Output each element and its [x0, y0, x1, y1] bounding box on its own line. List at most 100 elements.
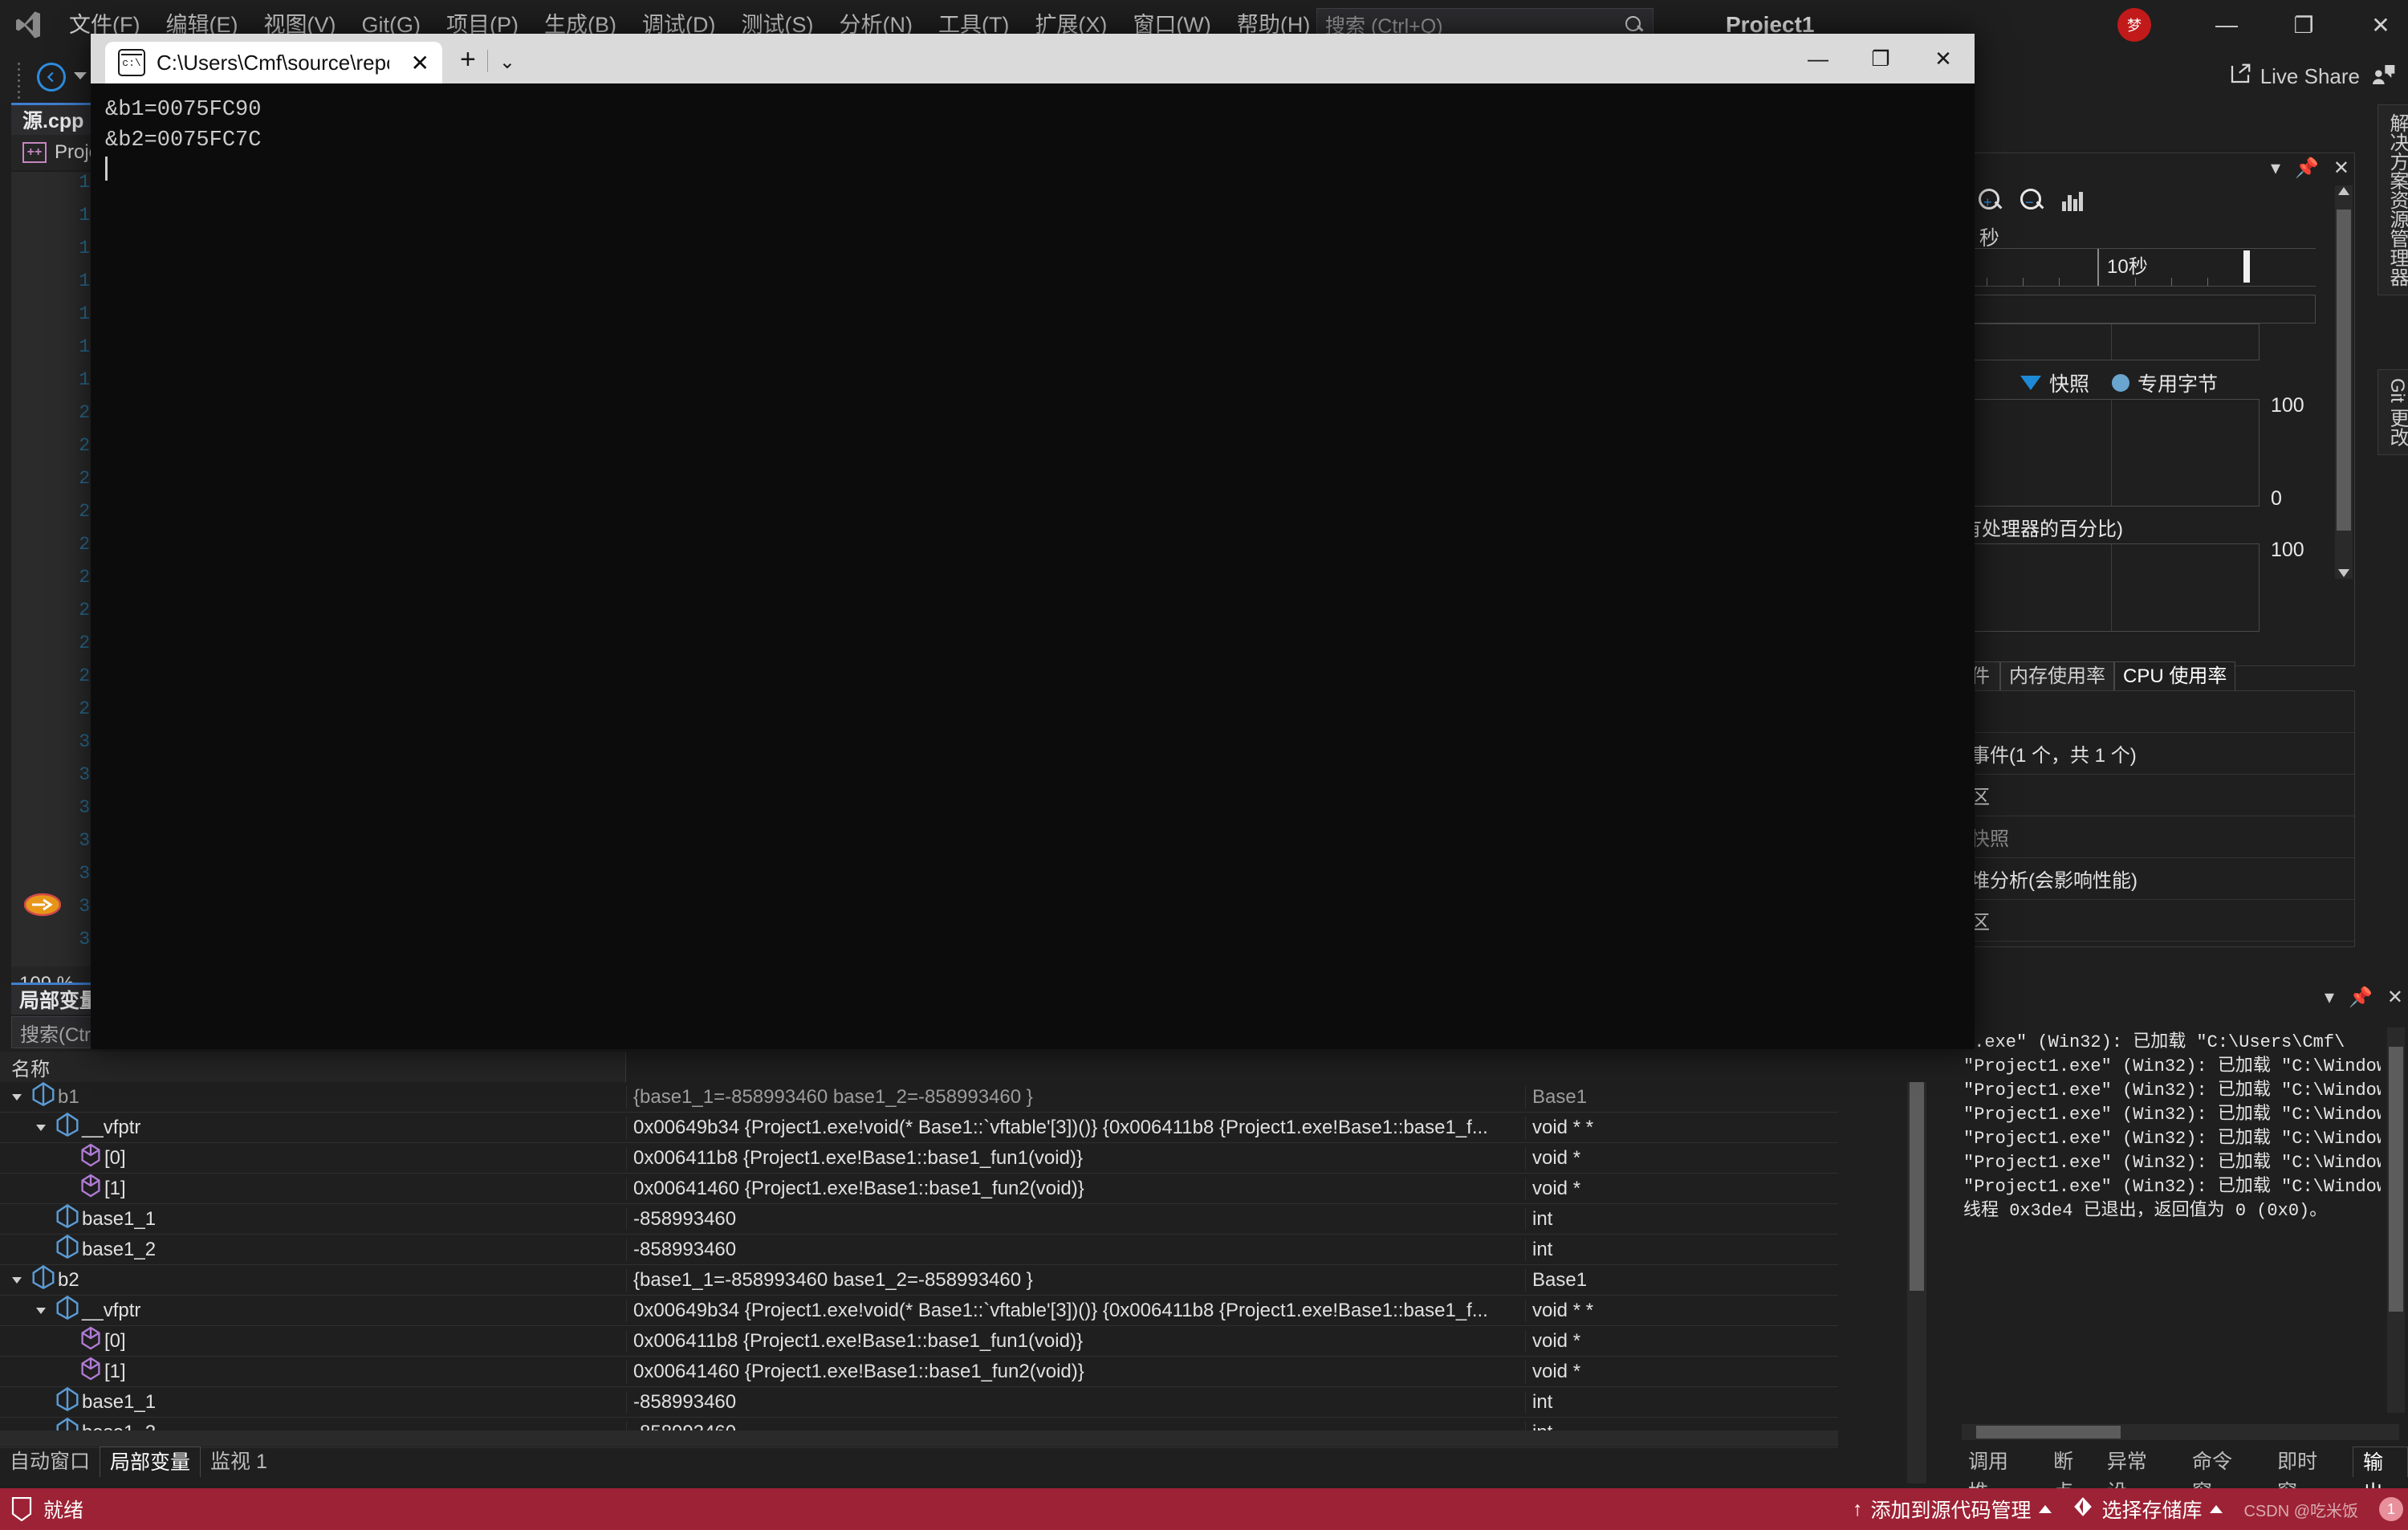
table-row[interactable]: [0] 0x006411b8 {Project1.exe!Base1::base1…	[0, 1143, 1838, 1174]
tab-immediate-window[interactable]: 即时窗...	[2268, 1447, 2353, 1504]
variable-name-cell[interactable]: [1]	[0, 1174, 626, 1203]
twisty-expanded-icon[interactable]	[35, 1305, 56, 1316]
table-row[interactable]: __vfptr 0x00649b34 {Project1.exe!void(* B…	[0, 1113, 1838, 1143]
chevron-down-icon[interactable]: ▾	[2271, 157, 2280, 180]
add-to-source-control-button[interactable]: ↑ 添加到源代码管理	[1853, 1495, 2052, 1524]
variable-value-cell[interactable]: -858993460	[626, 1390, 1525, 1414]
list-item[interactable]: 快照	[1963, 816, 2354, 858]
output-vertical-scrollbar[interactable]	[2387, 1027, 2405, 1413]
console-tab-close-icon[interactable]: ✕	[411, 50, 429, 76]
avatar[interactable]: 梦	[2117, 8, 2151, 42]
tab-autos[interactable]: 自动窗口	[0, 1447, 100, 1477]
variable-name-cell[interactable]: __vfptr	[0, 1113, 626, 1142]
list-item[interactable]: 区	[1963, 900, 2354, 942]
close-icon[interactable]: ✕	[2387, 986, 2403, 1009]
variable-value-cell[interactable]: -858993460	[626, 1207, 1525, 1231]
timeline-marker[interactable]	[2243, 250, 2250, 283]
column-header-name[interactable]: 名称	[0, 1052, 626, 1082]
table-row[interactable]: base1_1 -858993460 int	[0, 1387, 1838, 1418]
table-row[interactable]: b1 {base1_1=-858993460 base1_2=-858993460…	[0, 1082, 1838, 1113]
reset-view-icon[interactable]	[2062, 190, 2083, 211]
live-share-button[interactable]: Live Share	[2228, 62, 2360, 92]
feedback-person-icon[interactable]	[2371, 62, 2397, 92]
scroll-down-arrow-icon[interactable]	[2338, 569, 2349, 577]
tab-exception-settings[interactable]: 异常设...	[2097, 1447, 2182, 1504]
console-tab-dropdown-icon[interactable]: ⌄	[499, 51, 515, 74]
console-minimize-button[interactable]: —	[1787, 34, 1849, 83]
variable-name-cell[interactable]: base1_1	[0, 1204, 626, 1234]
twisty-expanded-icon[interactable]	[35, 1122, 56, 1133]
console-output-body[interactable]: &b1=0075FC90 &b2=0075FC7C	[91, 83, 1975, 1049]
minimize-button[interactable]: —	[2188, 0, 2265, 50]
scroll-up-arrow-icon[interactable]	[2338, 187, 2349, 195]
rail-solution-explorer[interactable]: 解决方案资源管理器	[2377, 104, 2408, 295]
close-icon[interactable]: ✕	[2333, 157, 2349, 180]
notification-badge[interactable]: 1	[2379, 1497, 2403, 1521]
editor-tab-source-cpp[interactable]: 源.cpp	[11, 103, 96, 135]
rail-git-changes[interactable]: Git 更改	[2377, 369, 2408, 456]
zoom-out-icon[interactable]: −	[2020, 189, 2044, 213]
pin-icon[interactable]: 📌	[2295, 157, 2319, 180]
table-row[interactable]: b2 {base1_1=-858993460 base1_2=-858993460…	[0, 1265, 1838, 1296]
tab-locals[interactable]: 局部变量	[100, 1447, 201, 1477]
variable-value-cell[interactable]: -858993460	[626, 1238, 1525, 1261]
variable-value-cell[interactable]: 0x00641460 {Project1.exe!Base1::base1_fu…	[626, 1177, 1525, 1200]
list-item[interactable]: 堆分析(会影响性能)	[1963, 858, 2354, 900]
table-row[interactable]: base1_2 -858993460int	[0, 1235, 1838, 1265]
back-arrow-icon[interactable]	[37, 63, 66, 92]
variable-name-cell[interactable]: [0]	[0, 1326, 626, 1356]
column-header-type[interactable]	[1525, 1052, 1838, 1082]
tab-cpu-usage[interactable]: CPU 使用率	[2114, 661, 2236, 690]
chevron-down-icon[interactable]: ▾	[2325, 986, 2334, 1009]
variable-name-cell[interactable]: b2	[0, 1265, 626, 1295]
tab-command-window[interactable]: 命令窗...	[2182, 1447, 2268, 1504]
diagnostics-scrollbar[interactable]	[2335, 185, 2353, 579]
variable-value-cell[interactable]: 0x006411b8 {Project1.exe!Base1::base1_fu…	[626, 1146, 1525, 1170]
console-maximize-button[interactable]: ❐	[1849, 34, 1912, 83]
table-row[interactable]: [1] 0x00641460 {Project1.exe!Base1::base1…	[0, 1357, 1838, 1387]
column-header-value[interactable]	[626, 1052, 1525, 1082]
variable-name-cell[interactable]: [0]	[0, 1143, 626, 1173]
close-button[interactable]: ✕	[2342, 0, 2408, 50]
console-title-bar[interactable]: c:\ C:\Users\Cmf\source\repos\P ✕ + ⌄ — …	[91, 34, 1975, 83]
variable-value-cell[interactable]: 0x00649b34 {Project1.exe!void(* Base1::`…	[626, 1299, 1525, 1322]
list-item[interactable]: 区	[1963, 775, 2354, 816]
select-repository-button[interactable]: 选择存储库	[2072, 1495, 2223, 1524]
maximize-button[interactable]: ❐	[2265, 0, 2342, 50]
variable-name-cell[interactable]: base1_2	[0, 1235, 626, 1264]
console-close-button[interactable]: ✕	[1912, 34, 1975, 83]
variable-name-cell[interactable]: b1	[0, 1082, 626, 1112]
tab-output[interactable]: 输出	[2353, 1447, 2408, 1504]
variable-value-cell[interactable]: {base1_1=-858993460 base1_2=-858993460 }	[626, 1085, 1525, 1109]
console-window[interactable]: c:\ C:\Users\Cmf\source\repos\P ✕ + ⌄ — …	[91, 34, 1975, 1049]
tab-call-stack[interactable]: 调用堆...	[1959, 1447, 2044, 1504]
locals-vertical-scrollbar[interactable]	[1907, 1082, 1926, 1483]
output-text[interactable]: 1.exe" (Win32): 已加载 "C:\Users\Cmf\ "Proje…	[1963, 1031, 2381, 1223]
tab-watch-1[interactable]: 监视 1	[201, 1447, 277, 1477]
variable-value-cell[interactable]: 0x006411b8 {Project1.exe!Base1::base1_fu…	[626, 1329, 1525, 1353]
variable-value-cell[interactable]: {base1_1=-858993460 base1_2=-858993460 }	[626, 1268, 1525, 1292]
console-new-tab-icon[interactable]: +	[460, 44, 476, 75]
zoom-in-icon[interactable]: +	[1979, 189, 2003, 213]
tab-breakpoints[interactable]: 断点	[2044, 1447, 2097, 1504]
variable-name-cell[interactable]: __vfptr	[0, 1296, 626, 1325]
diagnostics-detail-list[interactable]: 事件(1 个，共 1 个) 区 快照 堆分析(会影响性能) 区	[1962, 690, 2355, 947]
console-tab[interactable]: c:\ C:\Users\Cmf\source\repos\P ✕	[105, 42, 442, 83]
twisty-expanded-icon[interactable]	[11, 1092, 32, 1103]
back-dropdown-icon[interactable]	[74, 72, 87, 79]
list-item[interactable]	[1963, 691, 2354, 733]
output-horizontal-scrollbar[interactable]	[1962, 1424, 2399, 1440]
table-row[interactable]: [1] 0x00641460 {Project1.exe!Base1::base1…	[0, 1174, 1838, 1204]
table-row[interactable]: __vfptr 0x00649b34 {Project1.exe!void(* B…	[0, 1296, 1838, 1326]
table-row[interactable]: [0] 0x006411b8 {Project1.exe!Base1::base1…	[0, 1326, 1838, 1357]
locals-horizontal-scrollbar[interactable]	[0, 1430, 1838, 1447]
variable-value-cell[interactable]: 0x00649b34 {Project1.exe!void(* Base1::`…	[626, 1116, 1525, 1139]
pin-icon[interactable]: 📌	[2349, 986, 2373, 1009]
variable-name-cell[interactable]: base1_1	[0, 1387, 626, 1417]
list-item[interactable]: 事件(1 个，共 1 个)	[1963, 733, 2354, 775]
tab-memory-usage[interactable]: 内存使用率	[2000, 661, 2114, 690]
table-row[interactable]: base1_1 -858993460 int	[0, 1204, 1838, 1235]
toolbar-grip[interactable]	[18, 59, 26, 99]
diagnostics-timeline-ruler[interactable]: 10秒	[1963, 248, 2316, 287]
variable-name-cell[interactable]: [1]	[0, 1357, 626, 1386]
